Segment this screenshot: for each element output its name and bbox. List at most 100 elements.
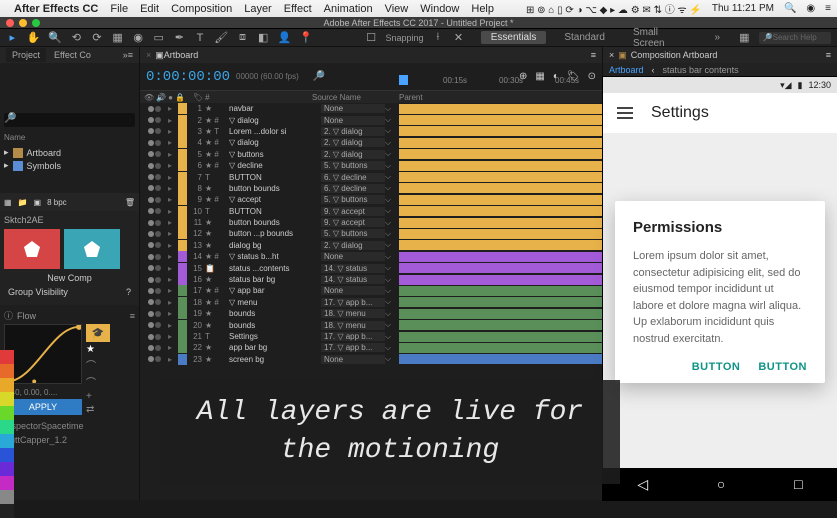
layer-row[interactable]: ▸ 21 T Settings 17. ▽ app b...⌵: [140, 331, 602, 342]
workspace-smallscreen[interactable]: Small Screen: [623, 27, 697, 49]
layer-row[interactable]: ▸ 10 T BUTTON 9. ▽ accept⌵: [140, 206, 602, 217]
inspector-spacetime[interactable]: InspectorSpacetime: [4, 421, 135, 431]
layer-row[interactable]: ▸ 20 ★ bounds 18. ▽ menu⌵: [140, 319, 602, 330]
camera-tool[interactable]: ▦: [111, 31, 124, 45]
search-layers-icon[interactable]: 🔎: [313, 71, 325, 82]
tab-effect-controls[interactable]: Effect Co: [54, 50, 91, 60]
workspace-overflow[interactable]: »: [704, 32, 730, 43]
shape-tool[interactable]: ▭: [152, 31, 165, 45]
swatch[interactable]: [0, 420, 14, 434]
layer-row[interactable]: ▸ 2 ★ # ▽ dialog None⌵: [140, 114, 602, 125]
crumb-statusbar[interactable]: status bar contents: [663, 65, 739, 75]
layer-row[interactable]: ▸ 15 📋 status ...contents 14. ▽ status⌵: [140, 262, 602, 273]
siri-icon[interactable]: ◉: [806, 3, 815, 14]
snap-opt1[interactable]: ⟊: [432, 31, 445, 45]
layer-row[interactable]: ▸ 3 ★ T Lorem ...dolor si 2. ▽ dialog⌵: [140, 126, 602, 137]
roto-tool[interactable]: 👤: [277, 31, 291, 45]
bpc-label[interactable]: 8 bpc: [47, 198, 67, 207]
swatch[interactable]: [0, 462, 14, 476]
layer-row[interactable]: ▸ 9 ★ # ▽ accept 5. ▽ buttons⌵: [140, 194, 602, 205]
layer-row[interactable]: ▸ 13 ★ dialog bg 2. ▽ dialog⌵: [140, 240, 602, 251]
current-timecode[interactable]: 0:00:00:00: [146, 69, 230, 85]
flow-add-icon[interactable]: +: [86, 391, 110, 402]
parent-header[interactable]: Parent: [399, 93, 473, 102]
menu-edit[interactable]: Edit: [140, 3, 159, 15]
preset-teal[interactable]: [64, 229, 120, 269]
text-tool[interactable]: T: [194, 31, 207, 45]
layer-row[interactable]: ▸ 14 ★ # ▽ status b...ht None⌵: [140, 251, 602, 262]
project-item-artboard[interactable]: ▸Artboard: [4, 146, 135, 159]
menu-layer[interactable]: Layer: [244, 3, 272, 15]
source-name-header[interactable]: Source Name: [312, 93, 399, 102]
anchor-tool[interactable]: ◉: [132, 31, 145, 45]
layer-row[interactable]: ▸ 4 ★ # ▽ dialog 2. ▽ dialog⌵: [140, 137, 602, 148]
workspace-essentials[interactable]: Essentials: [481, 31, 547, 44]
layer-row[interactable]: ▸ 18 ★ # ▽ menu 17. ▽ app b...⌵: [140, 297, 602, 308]
clock[interactable]: Thu 11:21 PM: [712, 3, 774, 14]
swatch[interactable]: [0, 364, 14, 378]
timeline-menu-icon[interactable]: ≡: [591, 50, 596, 60]
new-folder-icon[interactable]: 📁: [18, 198, 28, 207]
layer-row[interactable]: ▸ 23 ★ screen bg None⌵: [140, 354, 602, 365]
comp-tab-label[interactable]: Composition Artboard: [631, 50, 718, 60]
stamp-tool[interactable]: ⧈: [236, 31, 249, 45]
reset-workspace-icon[interactable]: ▦: [738, 31, 751, 45]
selection-tool[interactable]: ▸: [6, 31, 19, 45]
menu-animation[interactable]: Animation: [324, 3, 373, 15]
layer-row[interactable]: ▸ 17 ★ # ▽ app bar None⌵: [140, 285, 602, 296]
spotlight-icon[interactable]: 🔍: [784, 3, 796, 14]
playhead[interactable]: [399, 75, 408, 85]
layer-row[interactable]: ▸ 7 T BUTTON 6. ▽ decline⌵: [140, 171, 602, 182]
new-comp-icon[interactable]: ▣: [34, 198, 42, 207]
interpret-icon[interactable]: ▦: [4, 198, 12, 207]
orbit-tool[interactable]: ⟲: [70, 31, 83, 45]
layer-row[interactable]: ▸ 19 ★ bounds 18. ▽ menu⌵: [140, 308, 602, 319]
snap-opt2[interactable]: ✕: [452, 31, 465, 45]
search-help[interactable]: 🔎 Search Help: [759, 32, 831, 44]
brush-tool[interactable]: 🖌: [214, 31, 228, 45]
menu-effect[interactable]: Effect: [284, 3, 312, 15]
layer-row[interactable]: ▸ 11 ★ button bounds 9. ▽ accept⌵: [140, 217, 602, 228]
swatch[interactable]: [0, 392, 14, 406]
layer-row[interactable]: ▸ 12 ★ button ...p bounds 5. ▽ buttons⌵: [140, 228, 602, 239]
swatch[interactable]: [0, 504, 14, 518]
project-item-symbols[interactable]: ▸Symbols: [4, 159, 135, 172]
group-visibility-help[interactable]: ?: [126, 287, 131, 297]
menu-window[interactable]: Window: [420, 3, 459, 15]
hand-tool[interactable]: ✋: [27, 31, 41, 45]
flow-preset-3[interactable]: ⌒: [86, 374, 110, 389]
workspace-standard[interactable]: Standard: [554, 32, 615, 43]
time-ruler[interactable]: 00:15s 00:30s 00:45s: [399, 76, 589, 88]
menubar-icons[interactable]: ⊞ ⊚ ⌂ ▯ ⟳ ◑ ⌥ ◆ ▸ ☁ ⚙ ✉ ⇅ ⓘ ᯤ ⚡: [526, 1, 702, 16]
traffic-lights[interactable]: [6, 19, 40, 27]
flow-apply-button[interactable]: APPLY: [4, 399, 82, 415]
menu-composition[interactable]: Composition: [171, 3, 232, 15]
zoom-tool[interactable]: 🔍: [48, 31, 62, 45]
color-swatches[interactable]: [0, 350, 14, 518]
eraser-tool[interactable]: ◧: [257, 31, 270, 45]
notification-icon[interactable]: ≡: [825, 3, 831, 14]
flow-link-icon[interactable]: ⇄: [86, 404, 110, 415]
layer-row[interactable]: ▸ 22 ★ app bar bg 17. ▽ app b...⌵: [140, 342, 602, 353]
snapping-checkbox[interactable]: ☐: [365, 31, 378, 45]
bezier-values[interactable]: 0.40, 0.00, 0....: [4, 388, 82, 397]
project-search[interactable]: 🔎: [4, 113, 135, 127]
tab-project[interactable]: Project: [6, 48, 46, 62]
name-column[interactable]: Name: [4, 133, 135, 142]
layer-list[interactable]: ▸ 1 ★ navbar None⌵ ▸ 2 ★ # ▽ dialog None…: [140, 103, 602, 367]
flow-star-icon[interactable]: ★: [86, 344, 110, 355]
swatch[interactable]: [0, 490, 14, 504]
layer-row[interactable]: ▸ 5 ★ # ▽ buttons 2. ▽ dialog⌵: [140, 149, 602, 160]
trash-icon[interactable]: 🗑: [125, 198, 135, 207]
flow-preset-1[interactable]: 🎓: [86, 324, 110, 342]
swatch[interactable]: [0, 434, 14, 448]
composition-viewer[interactable]: ▾◢ ▮ 12:30 Settings Permissions Lorem ip…: [603, 77, 837, 500]
layer-row[interactable]: ▸ 1 ★ navbar None⌵: [140, 103, 602, 114]
swatch[interactable]: [0, 350, 14, 364]
panel-menu-icon[interactable]: »≡: [123, 50, 133, 60]
crumb-artboard[interactable]: Artboard: [609, 65, 644, 75]
flow-curve-editor[interactable]: [4, 324, 82, 384]
menu-file[interactable]: File: [110, 3, 128, 15]
swatch[interactable]: [0, 448, 14, 462]
menu-view[interactable]: View: [385, 3, 409, 15]
